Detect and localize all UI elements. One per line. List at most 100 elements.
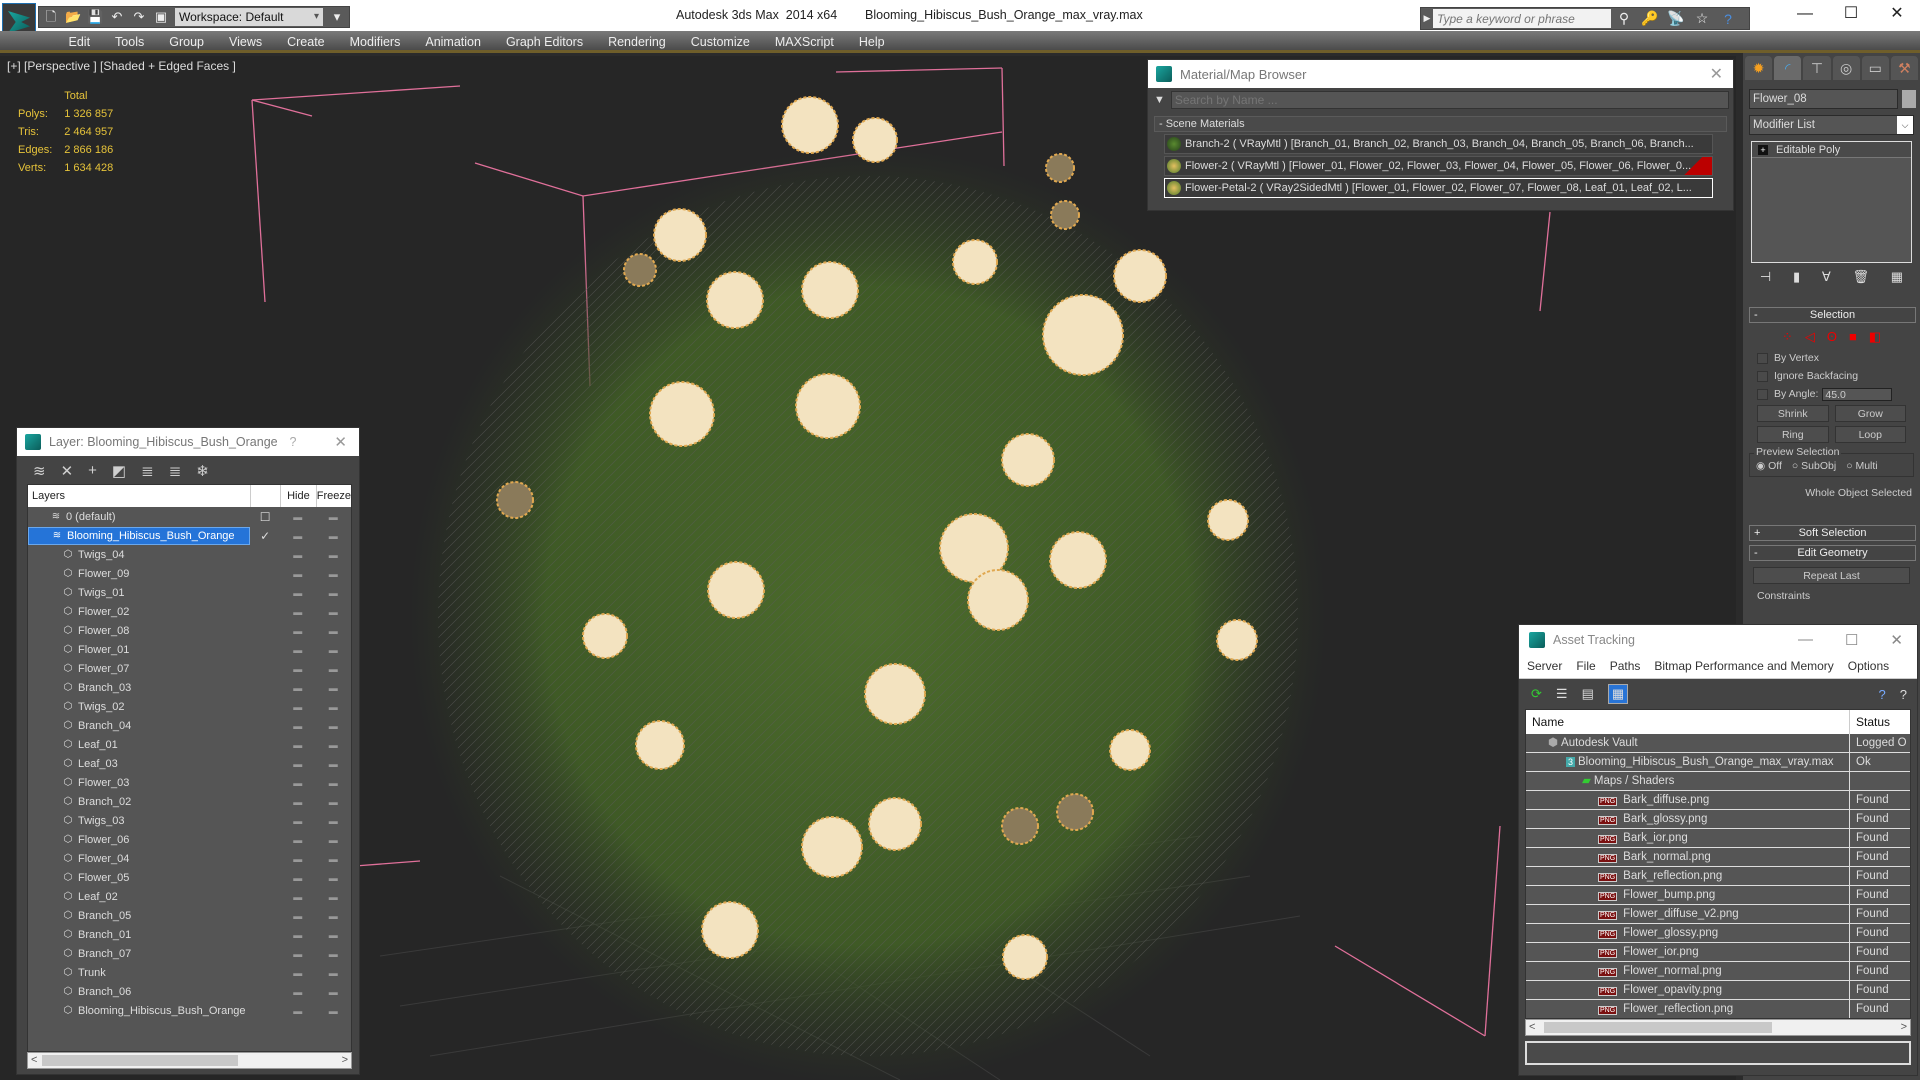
help-icon[interactable]: ? [1900,687,1907,702]
asset-row[interactable]: PNG Flower_reflection.png Found [1526,1000,1910,1018]
close-button[interactable]: ✕ [1890,631,1903,649]
freeze-toggle[interactable]: ▬ [316,683,352,693]
expand-arrow-icon[interactable]: ▶ [1421,13,1433,24]
layer-object-row[interactable]: ⬡ Flower_07 ▬ ▬ [28,659,351,678]
freeze-toggle[interactable]: ▬ [316,816,352,826]
freeze-toggle[interactable]: ▬ [316,759,352,769]
delete-layer-icon[interactable]: ✕ [61,462,74,484]
menu-file[interactable]: File [1576,655,1595,678]
grow-button[interactable]: Grow [1834,405,1906,422]
refresh-icon[interactable]: ⟳ [1531,686,1542,702]
expand-icon[interactable]: + [1758,144,1768,155]
layer-object-row[interactable]: ⬡ Blooming_Hibiscus_Bush_Orange ▬ ▬ [28,1001,351,1020]
freeze-toggle[interactable]: ▬ [316,645,352,655]
asset-tracking-titlebar[interactable]: Asset Tracking — ☐ ✕ [1519,625,1917,655]
layer-object-row[interactable]: ⬡ Branch_01 ▬ ▬ [28,925,351,944]
scroll-left-icon[interactable]: < [31,1053,37,1068]
edge-icon[interactable]: ◁ [1805,329,1815,345]
layer-object-row[interactable]: ⬡ Leaf_01 ▬ ▬ [28,735,351,754]
hide-toggle[interactable]: ▬ [280,531,316,541]
freeze-toggle[interactable]: ▬ [316,569,352,579]
hide-toggle[interactable]: ▬ [280,835,316,845]
shrink-button[interactable]: Shrink [1757,405,1829,422]
menu-tools[interactable]: Tools [103,31,157,50]
layer-row[interactable]: ≋ 0 (default) ☐ ▬ ▬ [28,507,351,526]
hide-toggle[interactable]: ▬ [280,892,316,902]
layer-object-row[interactable]: ⬡ Flower_08 ▬ ▬ [28,621,351,640]
polygon-icon[interactable]: ■ [1849,329,1857,345]
freeze-unfreeze-all-icon[interactable]: ❄ [196,462,209,484]
vertex-icon[interactable]: ⁘ [1782,329,1793,345]
minimize-button[interactable]: — [1798,631,1813,649]
material-search-input[interactable] [1170,91,1729,109]
close-icon[interactable]: ✕ [334,433,347,451]
column-freeze[interactable]: Freeze [317,485,351,507]
freeze-toggle[interactable]: ▬ [316,835,352,845]
configure-modifier-sets-icon[interactable]: ▦ [1891,269,1903,285]
redo-icon[interactable]: ↷ [131,9,147,25]
hide-toggle[interactable]: ▬ [280,626,316,636]
modifier-list-dropdown[interactable]: Modifier List ⌵ [1749,115,1914,135]
asset-row[interactable]: PNG Flower_opavity.png Found [1526,981,1910,1000]
hide-toggle[interactable]: ▬ [280,911,316,921]
scroll-left-icon[interactable]: < [1529,1020,1535,1035]
hide-toggle[interactable]: ▬ [280,645,316,655]
menu-maxscript[interactable]: MAXScript [762,31,846,50]
star-icon[interactable]: ☆ [1689,10,1715,27]
freeze-toggle[interactable]: ▬ [316,664,352,674]
horizontal-scrollbar[interactable]: < > [27,1052,352,1069]
freeze-toggle[interactable]: ▬ [316,607,352,617]
hide-toggle[interactable]: ▬ [280,740,316,750]
freeze-toggle[interactable]: ▬ [316,854,352,864]
maximize-button[interactable]: ☐ [1828,0,1874,30]
freeze-toggle[interactable]: ▬ [315,512,351,522]
list-view-icon[interactable]: ☰ [1556,686,1568,702]
menu-create[interactable]: Create [275,31,338,50]
freeze-toggle[interactable]: ▬ [316,797,352,807]
hide-toggle[interactable]: ▬ [280,588,316,598]
menu-rendering[interactable]: Rendering [596,31,679,50]
pin-stack-icon[interactable]: ⊣ [1760,269,1771,285]
hide-toggle[interactable]: ▬ [280,987,316,997]
hide-unhide-all-icon[interactable]: ≣ [169,462,182,484]
asset-row[interactable]: PNG Flower_diffuse_v2.png Found [1526,905,1910,924]
viewport-label[interactable]: [+] [Perspective ] [Shaded + Edged Faces… [7,59,236,73]
preview-multi-radio[interactable]: ○ Multi [1846,460,1877,472]
layer-object-row[interactable]: ⬡ Branch_02 ▬ ▬ [28,792,351,811]
column-hide[interactable]: Hide [281,485,317,507]
material-item[interactable]: Flower-2 ( VRayMtl ) [Flower_01, Flower_… [1164,156,1713,176]
scrollbar-thumb[interactable] [42,1055,238,1066]
object-color-swatch[interactable] [1902,90,1916,108]
freeze-toggle[interactable]: ▬ [316,987,352,997]
new-file-icon[interactable]: 🗋 [43,9,59,25]
freeze-toggle[interactable]: ▬ [316,588,352,598]
menu-paths[interactable]: Paths [1610,655,1641,678]
layer-object-row[interactable]: ⬡ Twigs_03 ▬ ▬ [28,811,351,830]
menu-group[interactable]: Group [157,31,217,50]
freeze-toggle[interactable]: ▬ [316,911,352,921]
show-end-result-icon[interactable]: ▮ [1793,269,1800,285]
asset-row[interactable]: ▰ Maps / Shaders [1526,772,1910,791]
keyword-search-input[interactable] [1433,9,1611,28]
layer-object-row[interactable]: ⬡ Flower_09 ▬ ▬ [28,564,351,583]
object-name-field[interactable]: Flower_08 [1749,89,1898,109]
asset-row[interactable]: 3 Blooming_Hibiscus_Bush_Orange_max_vray.… [1526,753,1910,772]
asset-row[interactable]: PNG Flower_glossy.png Found [1526,924,1910,943]
freeze-toggle[interactable]: ▬ [316,1006,352,1016]
table-view-icon[interactable]: ▦ [1607,684,1629,704]
layer-object-row[interactable]: ⬡ Leaf_03 ▬ ▬ [28,754,351,773]
by-vertex-checkbox[interactable]: By Vertex [1757,351,1906,365]
display-tab-icon[interactable]: ▭ [1861,56,1889,80]
freeze-toggle[interactable]: ▬ [316,778,352,788]
hide-toggle[interactable]: ▬ [280,721,316,731]
layer-object-row[interactable]: ⬡ Twigs_04 ▬ ▬ [28,545,351,564]
selection-rollout-header[interactable]: - Selection [1749,307,1916,323]
freeze-toggle[interactable]: ▬ [316,550,352,560]
key-icon[interactable]: 🔑 [1637,10,1663,27]
create-new-layer-icon[interactable]: ≋ [33,462,46,484]
preview-off-radio[interactable]: ◉ Off [1756,460,1782,472]
hide-toggle[interactable]: ▬ [280,778,316,788]
menu-views[interactable]: Views [216,31,274,50]
asset-row[interactable]: PNG Bark_diffuse.png Found [1526,791,1910,810]
freeze-toggle[interactable]: ▬ [316,626,352,636]
